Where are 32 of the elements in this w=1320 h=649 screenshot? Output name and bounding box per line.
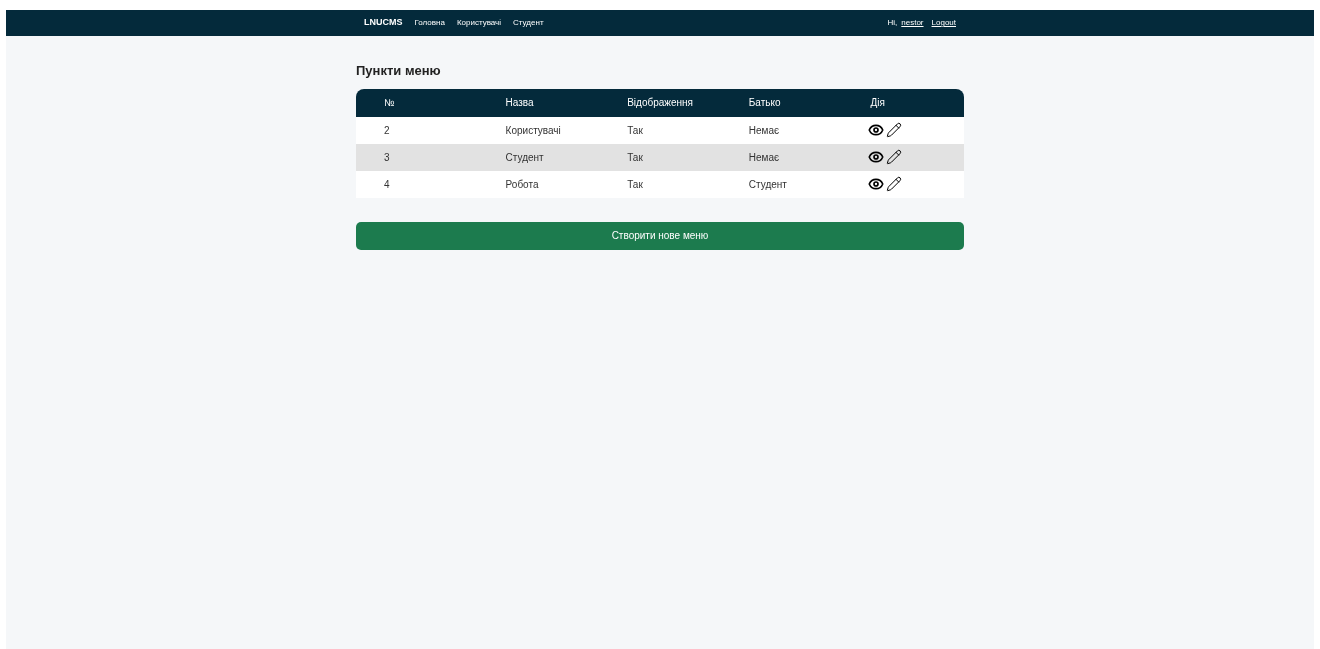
table-cell-text: Так [626, 150, 644, 165]
nav-link[interactable]: Головна [414, 17, 445, 29]
nav-link[interactable]: Користувачі [456, 17, 502, 29]
table-cell-text: Так [626, 123, 644, 138]
table-cell-text: 3 [383, 150, 391, 165]
table-cell-text: Студент [504, 150, 545, 165]
column-header: Батько [747, 96, 782, 110]
view-icon[interactable] [868, 176, 885, 192]
edit-icon[interactable] [886, 149, 903, 165]
column-header: № [383, 96, 396, 110]
create-menu-button[interactable]: Створити нове меню [356, 221, 964, 250]
column-header: Дія [869, 96, 886, 110]
greeting-text: Hi, [887, 17, 898, 29]
table-cell-text: 4 [383, 177, 391, 192]
table-cell-text: Немає [747, 150, 781, 165]
table-cell-text: Так [626, 177, 644, 192]
view-icon[interactable] [868, 149, 885, 165]
column-header: Назва [504, 96, 535, 110]
view-icon[interactable] [868, 122, 885, 138]
edit-icon[interactable] [886, 122, 903, 138]
table-cell-text: Користувачі [504, 123, 562, 138]
edit-icon[interactable] [886, 176, 903, 192]
column-header: Відображення [626, 96, 695, 110]
user-link[interactable]: nestor [901, 17, 924, 29]
page-title: Пункти меню [356, 62, 442, 80]
brand-link[interactable]: LNUCMS [364, 16, 403, 30]
table-cell-text: Немає [747, 123, 781, 138]
logout-link[interactable]: Logout [931, 17, 956, 29]
table-cell-text: Студент [747, 177, 788, 192]
table-cell-text: Робота [504, 177, 540, 192]
table-cell-text: 2 [383, 123, 391, 138]
nav-link[interactable]: Студент [513, 17, 544, 29]
